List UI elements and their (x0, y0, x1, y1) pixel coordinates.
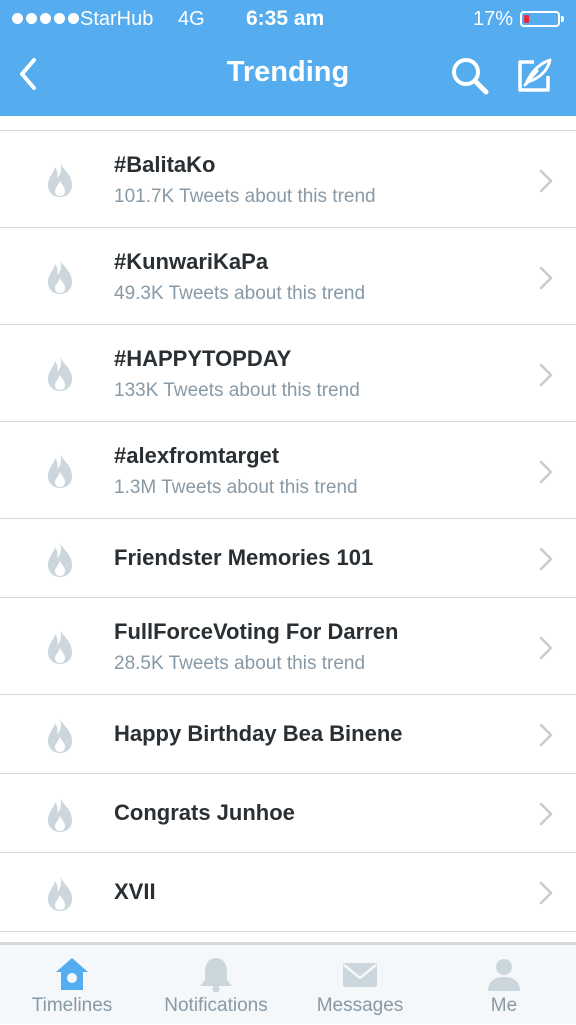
trend-name: Congrats Junhoe (114, 800, 295, 825)
signal-strength-icon (12, 13, 79, 24)
chevron-right-icon (539, 460, 553, 484)
flame-icon (48, 452, 72, 488)
flame-icon (48, 875, 72, 911)
trend-row[interactable]: Congrats Junhoe (0, 774, 576, 853)
trend-tweet-count: 49.3K Tweets about this trend (114, 283, 366, 304)
trend-tweet-count: 28.5K Tweets about this trend (114, 653, 366, 674)
battery-icon (520, 11, 564, 27)
status-time: 6:35 am (246, 7, 325, 30)
compose-tweet-button[interactable] (512, 54, 556, 98)
envelope-icon (343, 963, 377, 987)
chevron-right-icon (539, 363, 553, 387)
flame-icon (48, 355, 72, 391)
trend-name: #alexfromtarget (114, 443, 280, 468)
battery-percentage: 17% (473, 8, 514, 30)
chevron-right-icon (539, 723, 553, 747)
person-icon (488, 959, 520, 991)
trend-row[interactable]: Happy Birthday Bea Binene (0, 695, 576, 774)
trend-row[interactable]: XVII (0, 853, 576, 932)
tab-label: Messages (316, 995, 404, 1016)
trend-tweet-count: 133K Tweets about this trend (114, 380, 360, 401)
carrier-name: StarHub (80, 8, 154, 30)
tab-timelines[interactable]: Timelines (0, 945, 144, 1025)
tab-notifications[interactable]: Notifications (144, 945, 288, 1025)
tab-messages[interactable]: Messages (288, 945, 432, 1025)
chevron-right-icon (539, 547, 553, 571)
chevron-right-icon (539, 881, 553, 905)
chevron-right-icon (539, 802, 553, 826)
trend-row[interactable]: #BalitaKo 101.7K Tweets about this trend (0, 131, 576, 228)
tab-label: Timelines (31, 995, 113, 1016)
home-icon (56, 958, 88, 990)
back-button[interactable] (10, 52, 50, 96)
tab-label: Me (490, 995, 518, 1016)
status-bar: StarHub 4G 6:35 am 17% (0, 0, 576, 38)
flame-icon (48, 628, 72, 664)
tab-me[interactable]: Me (432, 945, 576, 1025)
trend-row[interactable]: #KunwariKaPa 49.3K Tweets about this tren… (0, 228, 576, 325)
trend-tweet-count: 101.7K Tweets about this trend (114, 186, 376, 207)
chevron-left-icon (20, 58, 36, 90)
tab-label: Notifications (164, 995, 268, 1016)
trend-name: XVII (114, 879, 156, 904)
flame-icon (48, 541, 72, 577)
trend-row[interactable]: Friendster Memories 101 (0, 519, 576, 598)
bell-icon (200, 958, 232, 993)
trend-name: Happy Birthday Bea Binene (114, 721, 403, 746)
chevron-right-icon (539, 266, 553, 290)
search-icon (452, 58, 489, 95)
app-header: StarHub 4G 6:35 am 17% Trending (0, 0, 576, 116)
trend-row[interactable]: FullForceVoting For Darren 28.5K Tweets a… (0, 598, 576, 695)
trend-name: Friendster Memories 101 (114, 545, 374, 570)
trend-row[interactable]: #HAPPYTOPDAY 133K Tweets about this trend (0, 325, 576, 422)
chevron-right-icon (539, 636, 553, 660)
trend-tweet-count: 1.3M Tweets about this trend (114, 477, 358, 498)
trend-name: FullForceVoting For Darren (114, 619, 399, 644)
flame-icon (48, 796, 72, 832)
flame-icon (48, 161, 72, 197)
flame-icon (48, 717, 72, 753)
flame-icon (48, 258, 72, 294)
compose-tweet-icon (518, 58, 552, 92)
chevron-right-icon (539, 169, 553, 193)
network-type: 4G (178, 8, 205, 30)
trend-name: #KunwariKaPa (114, 249, 269, 274)
trend-name: #BalitaKo (114, 152, 216, 177)
trend-name: #HAPPYTOPDAY (114, 346, 292, 371)
trends-list[interactable]: #BalitaKo 101.7K Tweets about this trend #… (0, 116, 576, 944)
navigation-bar: Trending (0, 38, 576, 116)
tab-bar: Timelines Notifications Messages Me (0, 944, 576, 1024)
search-button[interactable] (448, 54, 492, 98)
trend-row[interactable]: #alexfromtarget 1.3M Tweets about this tr… (0, 422, 576, 519)
